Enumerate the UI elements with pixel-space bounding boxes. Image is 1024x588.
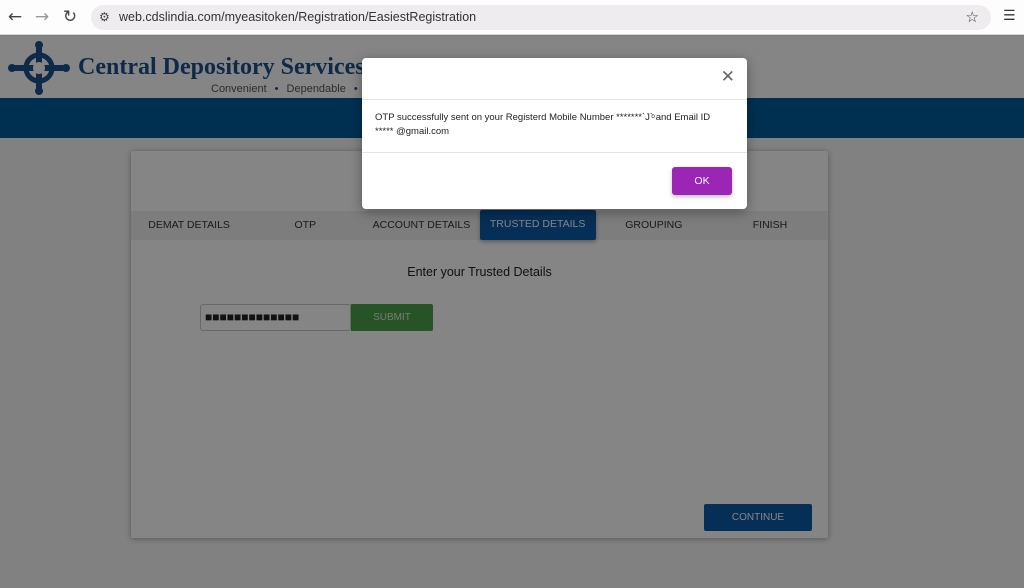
url-text[interactable]: web.cdslindia.com/myeasitoken/Registrati… — [119, 10, 476, 24]
site-settings-icon[interactable]: ⚙ — [99, 9, 113, 25]
modal-message-line: OTP successfully sent on your Registerd … — [375, 112, 711, 123]
back-arrow-icon[interactable]: ← — [5, 7, 25, 27]
star-icon[interactable]: ☆ — [966, 8, 979, 26]
reload-icon[interactable]: ↻ — [60, 7, 80, 27]
modal-message-line: ***** @gmail.com — [375, 126, 450, 137]
modal-divider — [362, 152, 747, 153]
otp-modal: ✕ OTP successfully sent on your Register… — [362, 58, 747, 209]
ok-button[interactable]: OK — [672, 167, 732, 195]
reading-list-icon[interactable]: ☰ — [1003, 8, 1016, 24]
close-icon[interactable]: ✕ — [721, 67, 735, 87]
browser-toolbar: ← → ↻ ⚙ web.cdslindia.com/myeasitoken/Re… — [0, 0, 1024, 35]
modal-message: OTP successfully sent on your Registerd … — [375, 111, 735, 139]
forward-arrow-icon[interactable]: → — [32, 7, 52, 27]
address-bar[interactable]: ⚙ web.cdslindia.com/myeasitoken/Registra… — [91, 5, 991, 30]
modal-divider — [362, 99, 747, 100]
